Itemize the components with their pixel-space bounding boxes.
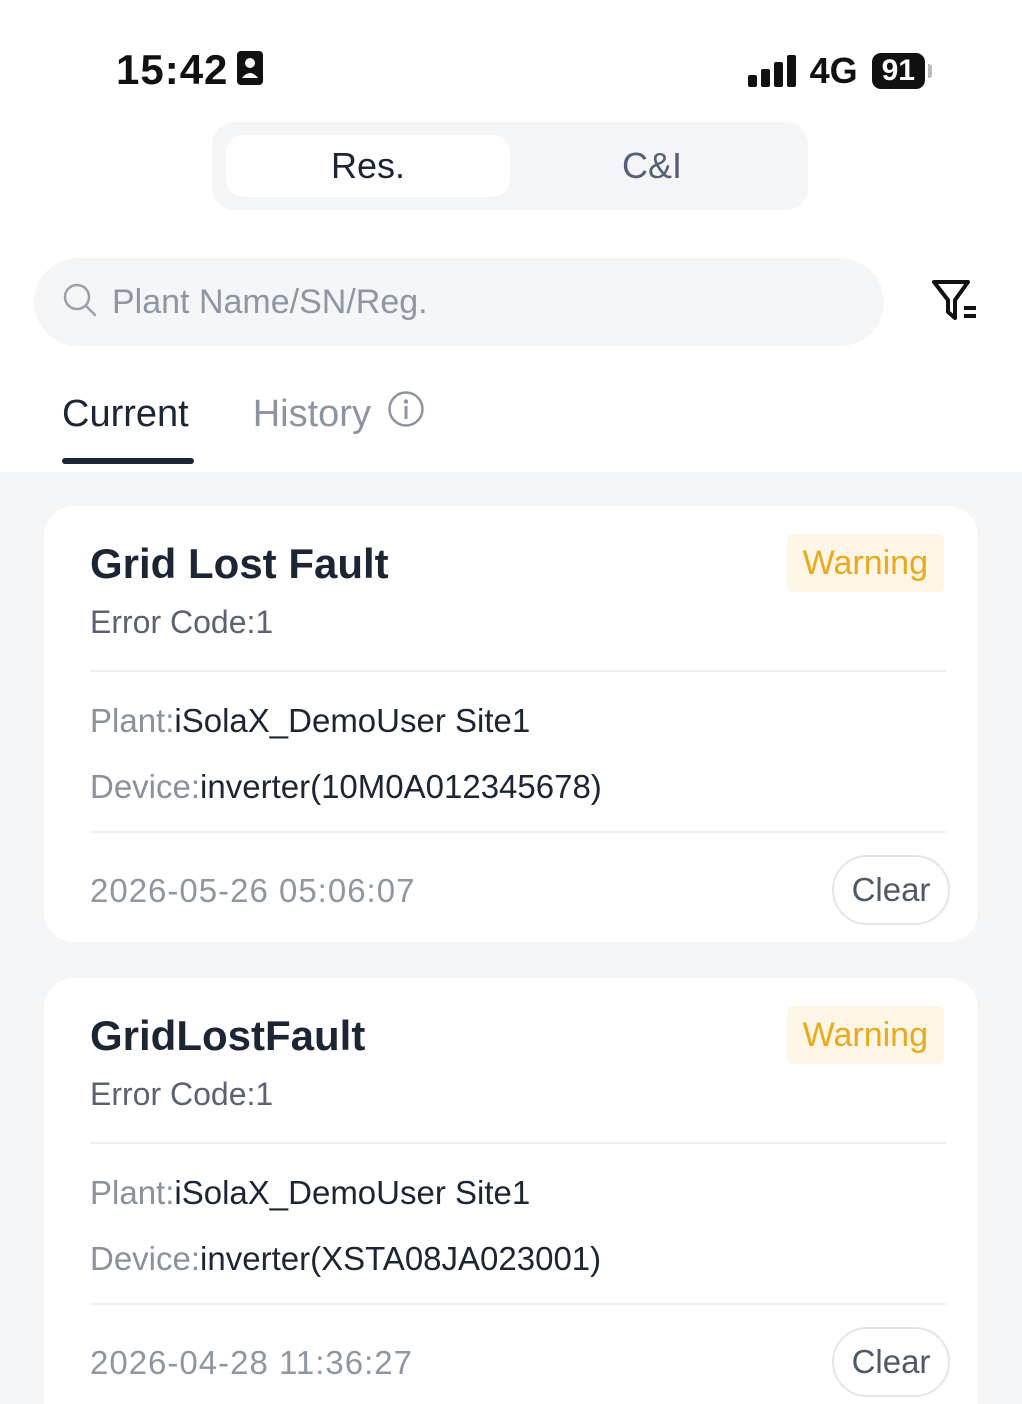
clear-button[interactable]: Clear <box>832 1327 950 1397</box>
plant-label: Plant: <box>90 1174 175 1211</box>
search-placeholder: Plant Name/SN/Reg. <box>112 282 428 321</box>
device-row: Device:inverter(10M0A012345678) <box>90 768 602 806</box>
device-row: Device:inverter(XSTA08JA023001) <box>90 1240 601 1278</box>
contact-card-icon <box>236 48 264 96</box>
divider <box>90 670 946 672</box>
alarm-title: GridLostFault <box>90 1012 366 1059</box>
error-code: Error Code:1 <box>90 604 274 640</box>
plant-type-switch: Res. C&I <box>212 122 808 210</box>
search-input[interactable]: Plant Name/SN/Reg. <box>34 258 884 346</box>
alarm-list: Grid Lost Fault Warning Error Code:1 Pla… <box>0 472 1022 1404</box>
warning-badge: Warning <box>786 1006 944 1064</box>
status-time: 15:42 <box>116 44 264 96</box>
search-icon <box>62 282 98 323</box>
battery-tip <box>928 64 932 78</box>
plant-value: iSolaX_DemoUser Site1 <box>174 1174 531 1211</box>
segment-ci[interactable]: C&I <box>510 135 794 197</box>
active-tab-indicator <box>62 458 194 464</box>
device-label: Device: <box>90 1240 201 1277</box>
network-type: 4G <box>809 50 858 91</box>
alarm-timestamp: 2026-05-26 05:06:07 <box>90 872 416 909</box>
alarm-card[interactable]: Grid Lost Fault Warning Error Code:1 Pla… <box>44 506 978 942</box>
device-label: Device: <box>90 768 201 805</box>
status-indicators: 4G 91 <box>747 50 932 92</box>
battery-icon: 91 <box>871 53 932 89</box>
plant-label: Plant: <box>90 702 175 739</box>
clear-button[interactable]: Clear <box>832 855 950 925</box>
alarm-title: Grid Lost Fault <box>90 540 389 587</box>
cellular-signal-icon <box>747 55 796 87</box>
error-code: Error Code:1 <box>90 1076 274 1112</box>
segment-res[interactable]: Res. <box>226 135 510 197</box>
alarm-tabs: Current History <box>62 390 425 438</box>
warning-badge: Warning <box>786 534 944 592</box>
alarm-timestamp: 2026-04-28 11:36:27 <box>90 1344 413 1381</box>
tab-history[interactable]: History <box>253 390 425 438</box>
filter-icon[interactable] <box>930 276 980 326</box>
battery-level: 91 <box>871 53 925 89</box>
device-value: inverter(XSTA08JA023001) <box>200 1240 602 1277</box>
divider <box>90 1142 946 1144</box>
plant-row: Plant:iSolaX_DemoUser Site1 <box>90 702 530 740</box>
tab-current[interactable]: Current <box>62 393 189 436</box>
divider <box>90 831 946 833</box>
divider <box>90 1303 946 1305</box>
tab-history-label: History <box>252 392 371 435</box>
status-time-text: 15:42 <box>116 46 229 93</box>
plant-row: Plant:iSolaX_DemoUser Site1 <box>90 1174 530 1212</box>
tab-current-label: Current <box>62 392 189 435</box>
info-icon[interactable] <box>387 390 425 438</box>
plant-value: iSolaX_DemoUser Site1 <box>174 702 531 739</box>
device-value: inverter(10M0A012345678) <box>200 768 602 805</box>
alarm-card[interactable]: GridLostFault Warning Error Code:1 Plant… <box>44 978 978 1404</box>
